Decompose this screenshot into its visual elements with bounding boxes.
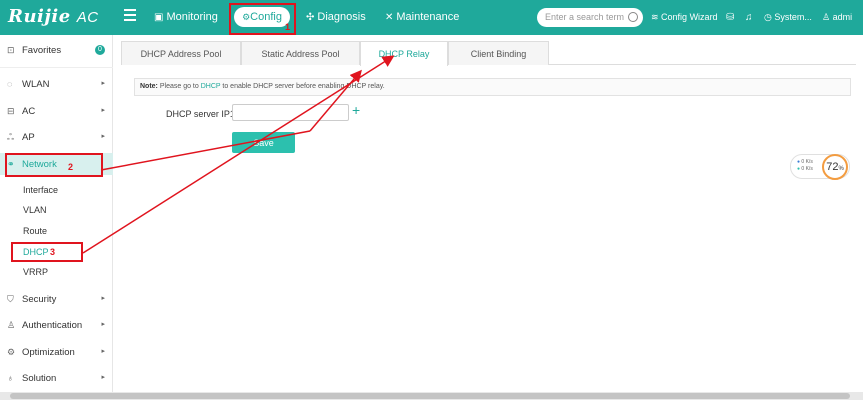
sidebar-item-favorites[interactable]: ⊡ Favorites 0 — [0, 39, 113, 61]
nav-monitoring[interactable]: ▣ Monitoring — [154, 0, 218, 35]
nav-diagnosis-label: Diagnosis — [317, 11, 366, 23]
wlan-label: WLAN — [22, 79, 50, 90]
system-menu[interactable]: ◷ System... — [764, 0, 812, 35]
bell-icon[interactable]: ♫ — [745, 0, 753, 35]
user-menu[interactable]: ♙ admi — [822, 0, 852, 35]
menu-toggle-icon[interactable] — [124, 9, 136, 21]
sidebar-sub-route[interactable]: Route — [23, 223, 47, 239]
ruijie-logo[interactable]: Ruijie AC — [8, 6, 99, 27]
search-input[interactable]: Enter a search term — [537, 8, 643, 27]
tab-static-address-pool[interactable]: Static Address Pool — [241, 41, 360, 65]
solution-label: Solution — [22, 373, 57, 384]
annotation-box-dhcp — [11, 242, 83, 262]
user-icon: ♙ — [7, 320, 16, 330]
sidebar-item-ac[interactable]: ⊟ AC ▸ — [0, 100, 113, 122]
download-rate: 0 K/s — [801, 166, 813, 172]
usage-percent: 72 — [826, 161, 839, 173]
optimization-icon: ⚙ — [7, 347, 16, 357]
tab-dhcp-address-pool[interactable]: DHCP Address Pool — [121, 41, 241, 65]
divider — [0, 67, 113, 68]
database-icon[interactable]: ⛁ — [726, 0, 734, 35]
chevron-right-icon: ▸ — [101, 80, 105, 87]
sidebar-item-security[interactable]: ⛉ Security ▸ — [0, 288, 113, 310]
wrench-icon: ✕ — [385, 12, 394, 23]
optimization-label: Optimization — [22, 347, 75, 358]
chevron-right-icon: ▸ — [101, 321, 105, 328]
favorites-icon: ⊡ — [7, 45, 15, 55]
user-icon: ♙ — [822, 12, 833, 22]
sidebar-sub-vlan[interactable]: VLAN — [23, 202, 47, 218]
usage-percent-unit: % — [838, 166, 844, 172]
user-label: admi — [832, 12, 853, 22]
wifi-icon: ◌ — [7, 79, 13, 89]
tab-client-binding[interactable]: Client Binding — [448, 41, 549, 65]
search-icon[interactable] — [628, 12, 638, 22]
save-button[interactable]: Save — [232, 132, 295, 153]
wizard-icon: ≋ — [651, 12, 662, 22]
sidebar: ⊡ Favorites 0 ◌ WLAN ▸ ⊟ AC ▸ ஃ AP ▸ ⚭ Network I… — [0, 35, 113, 400]
sidebar-item-optimization[interactable]: ⚙ Optimization ▸ — [0, 341, 113, 363]
annotation-box-network — [5, 153, 103, 177]
ac-icon: ⊟ — [7, 106, 15, 116]
monitor-icon: ▣ — [154, 12, 164, 23]
sidebar-sub-vrrp[interactable]: VRRP — [23, 264, 48, 280]
ac-label: AC — [22, 106, 36, 117]
traffic-widget[interactable]: ● 0 K/s ● 0 K/s 72% — [790, 154, 850, 180]
dhcp-server-ip-input[interactable] — [232, 104, 349, 121]
ap-icon: ஃ — [7, 132, 15, 142]
dhcp-server-ip-label: DHCP server IP1: — [166, 109, 238, 119]
dhcp-link[interactable]: DHCP — [201, 83, 221, 90]
nav-maintenance-label: Maintenance — [396, 11, 460, 23]
tab-bar: DHCP Address Pool Static Address Pool DH… — [121, 41, 856, 66]
chevron-right-icon: ▸ — [101, 107, 105, 114]
nav-diagnosis[interactable]: ✣ Diagnosis — [306, 0, 366, 35]
top-bar: Ruijie AC ▣ Monitoring ⚙Config ✣ Diagnosis … — [0, 0, 863, 35]
note-text-before: Please go to — [159, 83, 199, 90]
sidebar-item-solution[interactable]: ♁ Solution ▸ — [0, 367, 113, 389]
usage-gauge: 72% — [822, 154, 848, 180]
security-label: Security — [22, 294, 57, 305]
nav-monitoring-label: Monitoring — [166, 11, 218, 23]
note-text-after: to enable DHCP server before enabling DH… — [222, 83, 385, 90]
config-wizard-label: Config Wizard — [661, 12, 718, 22]
scrollbar-thumb[interactable] — [10, 393, 850, 399]
main-panel: DHCP Address Pool Static Address Pool DH… — [114, 35, 863, 392]
shield-icon: ⛉ — [7, 294, 14, 304]
annotation-number-2: 2 — [68, 162, 74, 172]
note-banner: Note: Please go to DHCP to enable DHCP s… — [134, 78, 851, 96]
upload-rate: 0 K/s — [801, 159, 813, 165]
sidebar-item-ap[interactable]: ஃ AP ▸ — [0, 126, 113, 148]
nav-maintenance[interactable]: ✕ Maintenance — [385, 0, 459, 35]
sidebar-item-authentication[interactable]: ♙ Authentication ▸ — [0, 314, 113, 336]
chevron-right-icon: ▸ — [101, 374, 105, 381]
logo-text: Ruijie — [8, 6, 71, 27]
authentication-label: Authentication — [22, 320, 83, 331]
traffic-rates: ● 0 K/s ● 0 K/s — [797, 159, 813, 172]
sidebar-sub-interface[interactable]: Interface — [23, 182, 58, 198]
logo-suffix: AC — [76, 9, 99, 26]
config-wizard-button[interactable]: ≋ Config Wizard — [651, 0, 718, 35]
system-label: System... — [774, 12, 812, 22]
favorites-count-badge: 0 — [95, 45, 105, 55]
search-placeholder: Enter a search term — [545, 12, 625, 22]
chevron-right-icon: ▸ — [101, 295, 105, 302]
diagnosis-icon: ✣ — [306, 12, 315, 23]
add-server-icon[interactable]: + — [352, 102, 360, 118]
sidebar-item-wlan[interactable]: ◌ WLAN ▸ — [0, 73, 113, 95]
annotation-number-3: 3 — [50, 247, 56, 257]
favorites-label: Favorites — [22, 45, 62, 56]
lightbulb-icon: ♁ — [7, 373, 14, 383]
tab-dhcp-relay[interactable]: DHCP Relay — [360, 41, 448, 66]
clock-icon: ◷ — [764, 12, 775, 22]
ap-label: AP — [22, 132, 35, 143]
chevron-right-icon: ▸ — [101, 348, 105, 355]
horizontal-scrollbar[interactable] — [0, 392, 863, 400]
note-label: Note: — [140, 83, 158, 90]
chevron-right-icon: ▸ — [101, 133, 105, 140]
annotation-number-1: 1 — [285, 22, 291, 32]
